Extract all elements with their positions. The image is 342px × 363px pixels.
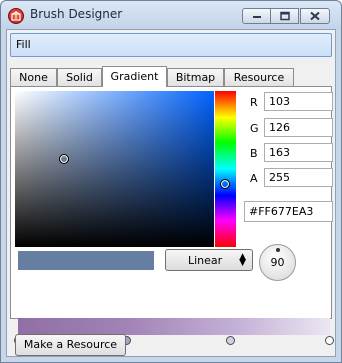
gradient-stop[interactable] [325, 336, 334, 345]
close-button[interactable] [300, 8, 330, 24]
alpha-label: A [250, 172, 258, 185]
brush-designer-window: Brush Designer Fill None Solid Gradient … [0, 0, 342, 363]
blue-input[interactable] [264, 143, 333, 162]
tab-gradient[interactable]: Gradient [102, 66, 167, 87]
app-logo-icon [8, 8, 24, 24]
angle-value: 90 [270, 256, 285, 269]
tab-bitmap[interactable]: Bitmap [167, 68, 224, 86]
client-area: Fill None Solid Gradient Bitmap Resource… [6, 29, 336, 357]
tab-resource[interactable]: Resource [224, 68, 294, 86]
fill-label: Fill [16, 38, 31, 51]
gradient-type-select[interactable]: Linear ▲ ▼ [165, 249, 253, 271]
make-resource-button[interactable]: Make a Resource [15, 334, 126, 356]
hex-color-input[interactable] [244, 201, 333, 222]
updown-arrows-icon: ▲ ▼ [239, 252, 246, 268]
alpha-input[interactable] [264, 168, 333, 187]
maximize-icon [279, 11, 290, 21]
sv-picker-handle[interactable] [59, 154, 69, 164]
hue-slider[interactable] [215, 91, 236, 247]
current-color-swatch [18, 251, 154, 270]
minimize-icon [252, 16, 261, 18]
hue-slider-handle[interactable] [220, 179, 230, 189]
gradient-panel: R G B A Linear ▲▼ 90 [10, 86, 334, 345]
gradient-preview-bar[interactable] [18, 318, 330, 335]
green-input[interactable] [264, 118, 333, 137]
maximize-button[interactable] [271, 8, 299, 24]
fill-property-field[interactable]: Fill [10, 33, 332, 57]
tab-none[interactable]: None [10, 68, 57, 86]
tab-solid[interactable]: Solid [57, 68, 102, 86]
blue-label: B [250, 147, 258, 160]
red-input[interactable] [264, 92, 333, 111]
green-label: G [250, 122, 259, 135]
title-bar[interactable]: Brush Designer [1, 1, 341, 29]
dial-indicator-icon [276, 248, 280, 252]
red-label: R [250, 96, 258, 109]
minimize-button[interactable] [242, 8, 271, 24]
saturation-value-picker[interactable] [15, 91, 214, 247]
angle-dial[interactable]: 90 [259, 244, 296, 281]
window-title: Brush Designer [30, 7, 123, 21]
gradient-type-value: Linear [188, 254, 223, 267]
gradient-stop[interactable] [226, 336, 235, 345]
close-icon [310, 11, 320, 21]
